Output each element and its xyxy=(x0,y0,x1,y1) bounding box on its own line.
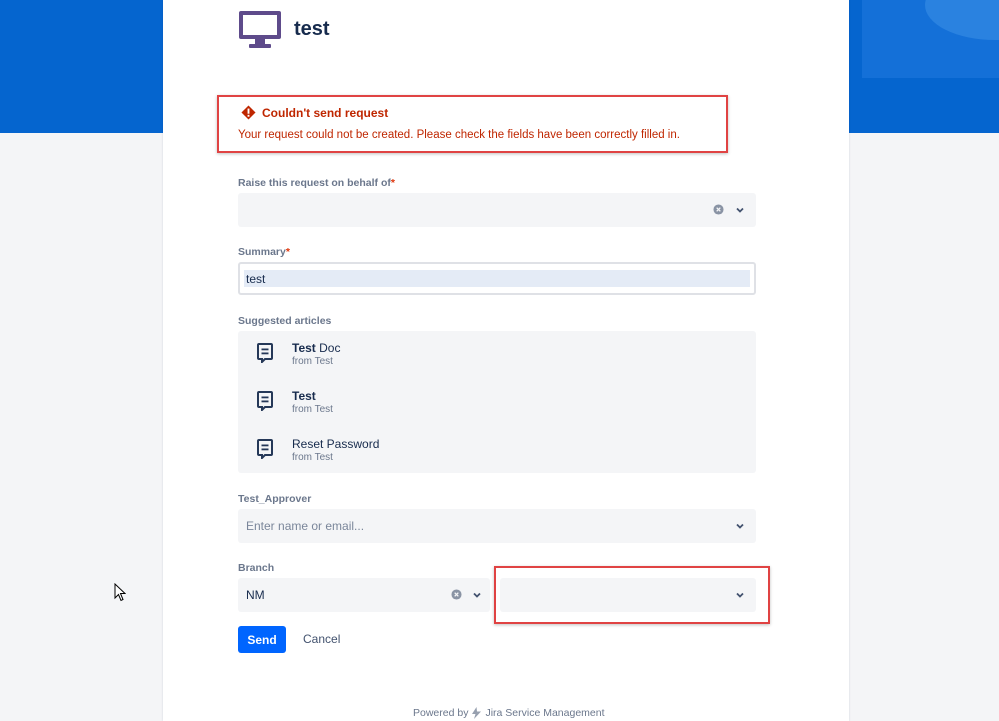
powered-by-text: Powered by xyxy=(413,707,469,719)
suggested-article-source: from Test xyxy=(292,452,333,463)
summary-text-selection xyxy=(244,270,750,287)
summary-label: Summary* xyxy=(238,246,290,258)
cancel-button[interactable]: Cancel xyxy=(303,632,340,646)
chevron-down-icon[interactable] xyxy=(735,521,745,531)
error-title: Couldn't send request xyxy=(262,106,389,120)
error-highlight-box xyxy=(217,95,728,153)
suggested-article-title[interactable]: Reset Password xyxy=(292,437,379,451)
product-link[interactable]: Jira Service Management xyxy=(485,707,604,719)
clear-icon[interactable] xyxy=(713,204,724,215)
suggested-article-source: from Test xyxy=(292,356,333,367)
error-message: Your request could not be created. Pleas… xyxy=(238,129,680,141)
branch-label: Branch xyxy=(238,562,275,574)
approver-label: Test_Approver xyxy=(238,493,312,505)
on-behalf-label: Raise this request on behalf of* xyxy=(238,177,395,189)
summary-value: test xyxy=(246,272,266,286)
required-marker: * xyxy=(390,177,395,189)
required-marker: * xyxy=(285,246,290,258)
clear-icon[interactable] xyxy=(451,589,462,600)
suggested-article-title[interactable]: Test Doc xyxy=(292,341,340,355)
branch-highlight-box xyxy=(494,566,770,624)
approver-select[interactable]: Enter name or email... xyxy=(238,509,756,543)
summary-input[interactable]: test xyxy=(238,262,756,295)
suggested-article-title[interactable]: Test xyxy=(292,389,316,403)
error-icon xyxy=(241,105,256,120)
chevron-down-icon[interactable] xyxy=(472,590,482,600)
article-icon xyxy=(257,439,273,459)
chevron-down-icon[interactable] xyxy=(735,205,745,215)
article-icon xyxy=(257,343,273,363)
jira-logo-icon xyxy=(472,707,482,719)
suggested-articles-label: Suggested articles xyxy=(238,315,332,327)
footer: Powered by Jira Service Management xyxy=(413,707,605,719)
send-button[interactable]: Send xyxy=(238,626,286,653)
cursor-icon xyxy=(114,583,126,602)
suggested-article-source: from Test xyxy=(292,404,333,415)
approver-placeholder: Enter name or email... xyxy=(246,519,365,533)
on-behalf-select[interactable] xyxy=(238,193,756,227)
article-icon xyxy=(257,391,273,411)
branch-value: NM xyxy=(246,588,265,602)
monitor-icon xyxy=(239,11,281,48)
request-type-title: test xyxy=(294,18,330,40)
